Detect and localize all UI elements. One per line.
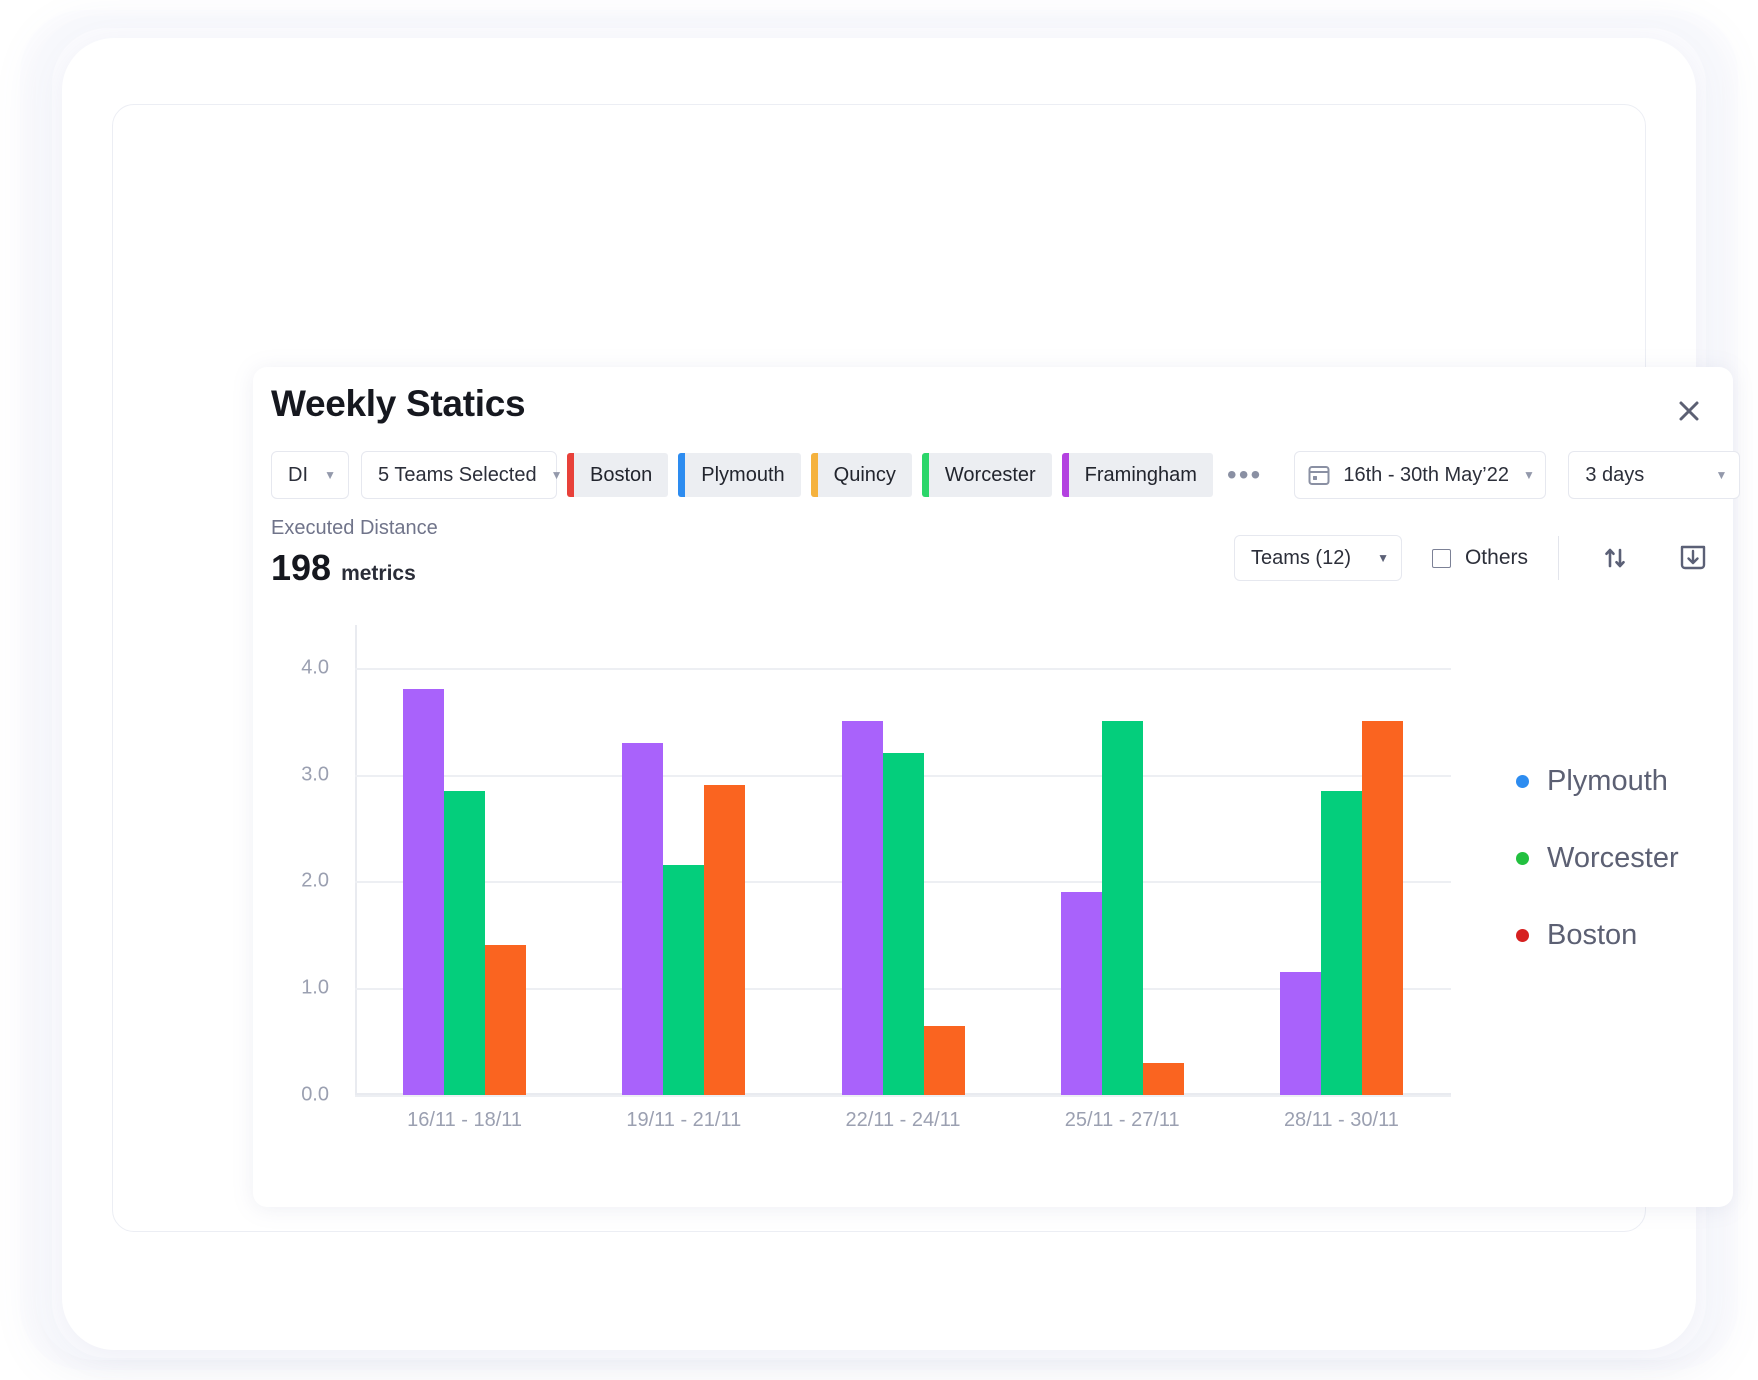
x-tick-label: 16/11 - 18/11 [407, 1109, 522, 1132]
teams-select[interactable]: 5 Teams Selected ▼ [361, 451, 557, 499]
date-range-value: 16th - 30th May’22 [1343, 464, 1509, 487]
bar-group [355, 625, 574, 1095]
teams-count-value: Teams (12) [1251, 547, 1351, 570]
screen-root: Weekly Statics DI ▼ 5 Teams Selected ▼ [0, 0, 1758, 1380]
team-chip-quincy[interactable]: Quincy [811, 453, 912, 497]
y-tick-label: 1.0 [301, 977, 329, 1000]
interval-select-value: 3 days [1585, 464, 1644, 487]
others-label: Others [1465, 546, 1528, 570]
bar-group [1013, 625, 1232, 1095]
chevron-down-icon: ▼ [1715, 469, 1727, 481]
x-tick-label: 25/11 - 27/11 [1065, 1109, 1180, 1132]
chip-label: Worcester [929, 464, 1052, 487]
legend-dot [1516, 929, 1529, 942]
legend-dot [1516, 852, 1529, 865]
chip-label: Framingham [1069, 464, 1213, 487]
chip-label: Quincy [818, 464, 912, 487]
chart-area: 0.0 1.0 2.0 3.0 4.0 16/11 - 18/11 19/11 - 21/… [271, 615, 1715, 1175]
chevron-down-icon: ▼ [551, 469, 563, 481]
bar-framingham[interactable] [842, 721, 883, 1095]
bar-boston[interactable] [1362, 721, 1403, 1095]
legend-item[interactable]: Worcester [1516, 842, 1679, 875]
chip-label: Plymouth [685, 464, 800, 487]
team-chip-worcester[interactable]: Worcester [922, 453, 1052, 497]
bar-groups [355, 625, 1451, 1095]
metric-select-value: DI [288, 464, 308, 487]
chart-legend: Plymouth Worcester Boston [1516, 765, 1679, 996]
bar-group [574, 625, 793, 1095]
bar-boston[interactable] [485, 945, 526, 1095]
y-tick-label: 3.0 [301, 763, 329, 786]
x-tick-label: 22/11 - 24/11 [846, 1109, 961, 1132]
y-tick-label: 0.0 [301, 1084, 329, 1107]
teams-select-value: 5 Teams Selected [378, 464, 537, 487]
others-checkbox[interactable]: Others [1432, 546, 1528, 570]
date-range-picker[interactable]: 16th - 30th May’22 ▼ [1294, 451, 1546, 499]
bar-worcester[interactable] [444, 791, 485, 1095]
legend-label: Boston [1547, 919, 1637, 952]
download-button[interactable] [1671, 536, 1715, 580]
chip-label: Boston [574, 464, 668, 487]
bar-framingham[interactable] [1280, 972, 1321, 1095]
metric-select[interactable]: DI ▼ [271, 451, 349, 499]
bar-boston[interactable] [704, 785, 745, 1095]
chip-color-swatch [811, 453, 818, 497]
y-tick-label: 2.0 [301, 870, 329, 893]
legend-label: Plymouth [1547, 765, 1668, 798]
teams-count-select[interactable]: Teams (12) ▼ [1234, 535, 1402, 581]
chevron-down-icon: ▼ [324, 469, 336, 481]
sort-button[interactable] [1593, 536, 1637, 580]
legend-dot [1516, 775, 1529, 788]
close-button[interactable] [1667, 389, 1711, 433]
checkbox-icon [1432, 549, 1451, 568]
y-tick-label: 4.0 [301, 656, 329, 679]
team-chip-plymouth[interactable]: Plymouth [678, 453, 800, 497]
chip-color-swatch [567, 453, 574, 497]
x-tick-label: 28/11 - 30/11 [1284, 1109, 1399, 1132]
chevron-down-icon: ▼ [1377, 552, 1389, 564]
download-icon [1677, 542, 1709, 574]
close-icon [1676, 398, 1702, 424]
card-header: Weekly Statics [253, 367, 1733, 453]
interval-select[interactable]: 3 days ▼ [1568, 451, 1740, 499]
chevron-down-icon: ▼ [1523, 469, 1535, 481]
metric-label: Executed Distance [271, 517, 438, 540]
chip-color-swatch [922, 453, 929, 497]
bar-framingham[interactable] [1061, 892, 1102, 1095]
metric-value-row: 198 metrics [271, 547, 416, 589]
bar-worcester[interactable] [663, 865, 704, 1095]
bar-boston[interactable] [1143, 1063, 1184, 1095]
bar-worcester[interactable] [1321, 791, 1362, 1095]
calendar-icon [1307, 463, 1331, 487]
bar-group [793, 625, 1012, 1095]
sort-icon [1601, 544, 1629, 572]
bar-boston[interactable] [924, 1026, 965, 1095]
bar-worcester[interactable] [883, 753, 924, 1095]
legend-item[interactable]: Plymouth [1516, 765, 1679, 798]
legend-item[interactable]: Boston [1516, 919, 1679, 952]
chip-color-swatch [1062, 453, 1069, 497]
legend-label: Worcester [1547, 842, 1679, 875]
metric-unit: metrics [341, 562, 416, 586]
metric-value: 198 [271, 547, 331, 589]
filter-bar: DI ▼ 5 Teams Selected ▼ Boston Plymouth [271, 451, 1740, 499]
page-panel: Weekly Statics DI ▼ 5 Teams Selected ▼ [112, 104, 1646, 1232]
bar-worcester[interactable] [1102, 721, 1143, 1095]
x-tick-label: 19/11 - 21/11 [626, 1109, 741, 1132]
chart-toolbar: Teams (12) ▼ Others [1234, 535, 1715, 581]
team-chip-framingham[interactable]: Framingham [1062, 453, 1213, 497]
bar-framingham[interactable] [403, 689, 444, 1095]
more-chips-button[interactable]: ••• [1227, 469, 1262, 480]
team-chip-boston[interactable]: Boston [567, 453, 668, 497]
toolbar-divider [1558, 536, 1559, 580]
chip-color-swatch [678, 453, 685, 497]
page-title: Weekly Statics [271, 383, 525, 425]
weekly-statics-card: Weekly Statics DI ▼ 5 Teams Selected ▼ [253, 367, 1733, 1207]
bar-framingham[interactable] [622, 743, 663, 1096]
gridline: 0.0 [355, 1095, 1451, 1097]
bar-group [1232, 625, 1451, 1095]
